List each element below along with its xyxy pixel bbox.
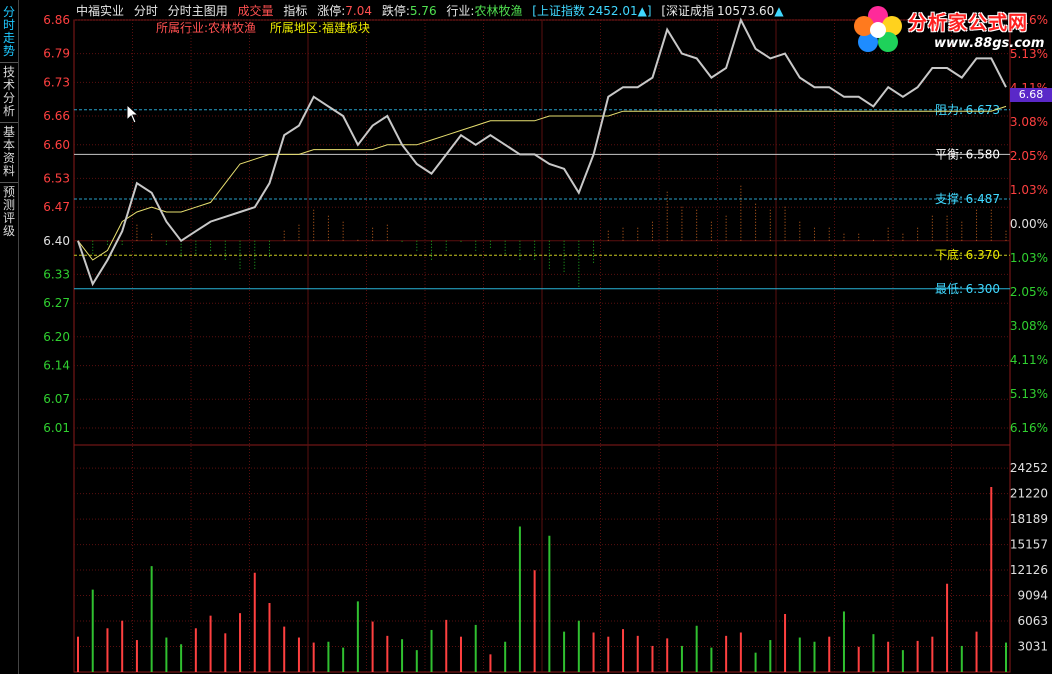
level-value-low: 6.300 xyxy=(966,282,1000,296)
volume-tick-label: 3031 xyxy=(1017,640,1048,654)
price-tick-label: 6.20 xyxy=(43,330,70,344)
chart-header: 中福实业 分时 分时主图用 成交量 指标 涨停:7.04 跌停:5.76 行业:… xyxy=(76,2,790,18)
intraday-chart[interactable]: 6.86 6.79 6.73 6.66 6.60 6.53 6.47 6.40 6.33 6.27… xyxy=(0,0,1052,674)
volume-tick-label: 6063 xyxy=(1017,614,1048,628)
volume-tick-label: 21220 xyxy=(1010,487,1048,501)
pct-tick-label: 4.11% xyxy=(1010,353,1048,367)
volume-tick-label: 24252 xyxy=(1010,461,1048,475)
limit-down-value: 5.76 xyxy=(409,4,437,18)
mouse-cursor-icon xyxy=(126,104,140,124)
limit-up-value: 7.04 xyxy=(345,4,372,18)
stock-name: 中福实业 xyxy=(76,4,125,18)
sh-index-value: 2452.01 xyxy=(587,4,638,18)
pct-tick-label: 2.05% xyxy=(1010,149,1048,163)
pct-tick-label: 1.03% xyxy=(1010,251,1048,265)
up-arrow-icon: ▲] xyxy=(637,4,652,18)
sz-index-label[interactable]: [深证成指 xyxy=(661,4,714,18)
sz-index-value: 10573.60 xyxy=(717,4,775,18)
level-value-bottom: 6.370 xyxy=(966,248,1000,262)
price-tick-label: 6.07 xyxy=(43,392,70,406)
level-label-support: 支撑: xyxy=(935,191,963,206)
pct-tick-label: 0.00% xyxy=(1010,217,1048,231)
region-info-label: 所属地区 xyxy=(269,21,318,35)
price-tick-label: 6.60 xyxy=(43,138,70,152)
pct-tick-label: 6.16% xyxy=(1010,421,1048,435)
price-tick-label: 6.66 xyxy=(43,109,70,123)
price-tick-label: 6.79 xyxy=(43,47,70,61)
level-label-balance: 平衡: xyxy=(935,147,963,161)
price-tick-label: 6.73 xyxy=(43,75,70,89)
price-tick-label: 6.53 xyxy=(43,171,70,185)
level-label-resistance: 阻力: xyxy=(935,103,963,117)
menu-main-indicator[interactable]: 分时主图用 xyxy=(168,4,228,18)
volume-tick-label: 15157 xyxy=(1010,538,1048,552)
volume-tick-label: 9094 xyxy=(1017,589,1048,603)
limit-up-label: 涨停: xyxy=(317,4,346,18)
industry-info-value: :农林牧渔 xyxy=(204,21,257,35)
level-label-bottom: 下底: xyxy=(935,247,963,262)
level-label-low: 最低: xyxy=(935,282,963,296)
level-value-balance: 6.580 xyxy=(966,147,1000,161)
price-tick-label: 6.86 xyxy=(43,13,70,27)
limit-down-label: 跌停: xyxy=(381,4,410,18)
menu-volume[interactable]: 成交量 xyxy=(238,4,274,18)
volume-tick-label: 12126 xyxy=(1010,563,1048,577)
pct-tick-label: 3.08% xyxy=(1010,319,1048,333)
price-tick-label: 6.33 xyxy=(43,267,70,281)
price-tick-label: 6.40 xyxy=(43,234,70,248)
pct-tick-label: 5.13% xyxy=(1010,387,1048,401)
menu-indicator[interactable]: 指标 xyxy=(283,4,307,18)
price-tick-label: 6.27 xyxy=(43,296,70,310)
current-price-tag: 6.68 xyxy=(1010,88,1052,102)
industry-label: 行业: xyxy=(446,4,475,18)
logo-url: www.88gs.com xyxy=(934,36,1045,51)
volume-tick-label: 18189 xyxy=(1010,512,1048,526)
price-tick-label: 6.14 xyxy=(43,359,70,373)
pct-tick-label: 1.03% xyxy=(1010,183,1048,197)
price-tick-label: 6.47 xyxy=(43,200,70,214)
up-arrow-icon: ▲ xyxy=(774,4,784,18)
region-info-value: :福建板块 xyxy=(317,21,370,35)
industry-value: 农林牧渔 xyxy=(474,4,523,18)
level-value-support: 6.487 xyxy=(966,192,1000,206)
menu-timeshare[interactable]: 分时 xyxy=(134,4,158,18)
stock-info-line: 所属行业:农林牧渔 所属地区:福建板块 xyxy=(156,19,370,36)
logo-name: 分析家公式网 xyxy=(908,12,1029,34)
industry-info-label: 所属行业 xyxy=(156,21,205,35)
flower-logo-icon xyxy=(854,6,902,52)
price-tick-label: 6.01 xyxy=(43,421,70,435)
pct-tick-label: 3.08% xyxy=(1010,115,1048,129)
site-logo: 分析家公式网 www.88gs.com xyxy=(850,2,1050,60)
pct-tick-label: 2.05% xyxy=(1010,285,1048,299)
sh-index-label[interactable]: [上证指数 xyxy=(532,4,585,18)
